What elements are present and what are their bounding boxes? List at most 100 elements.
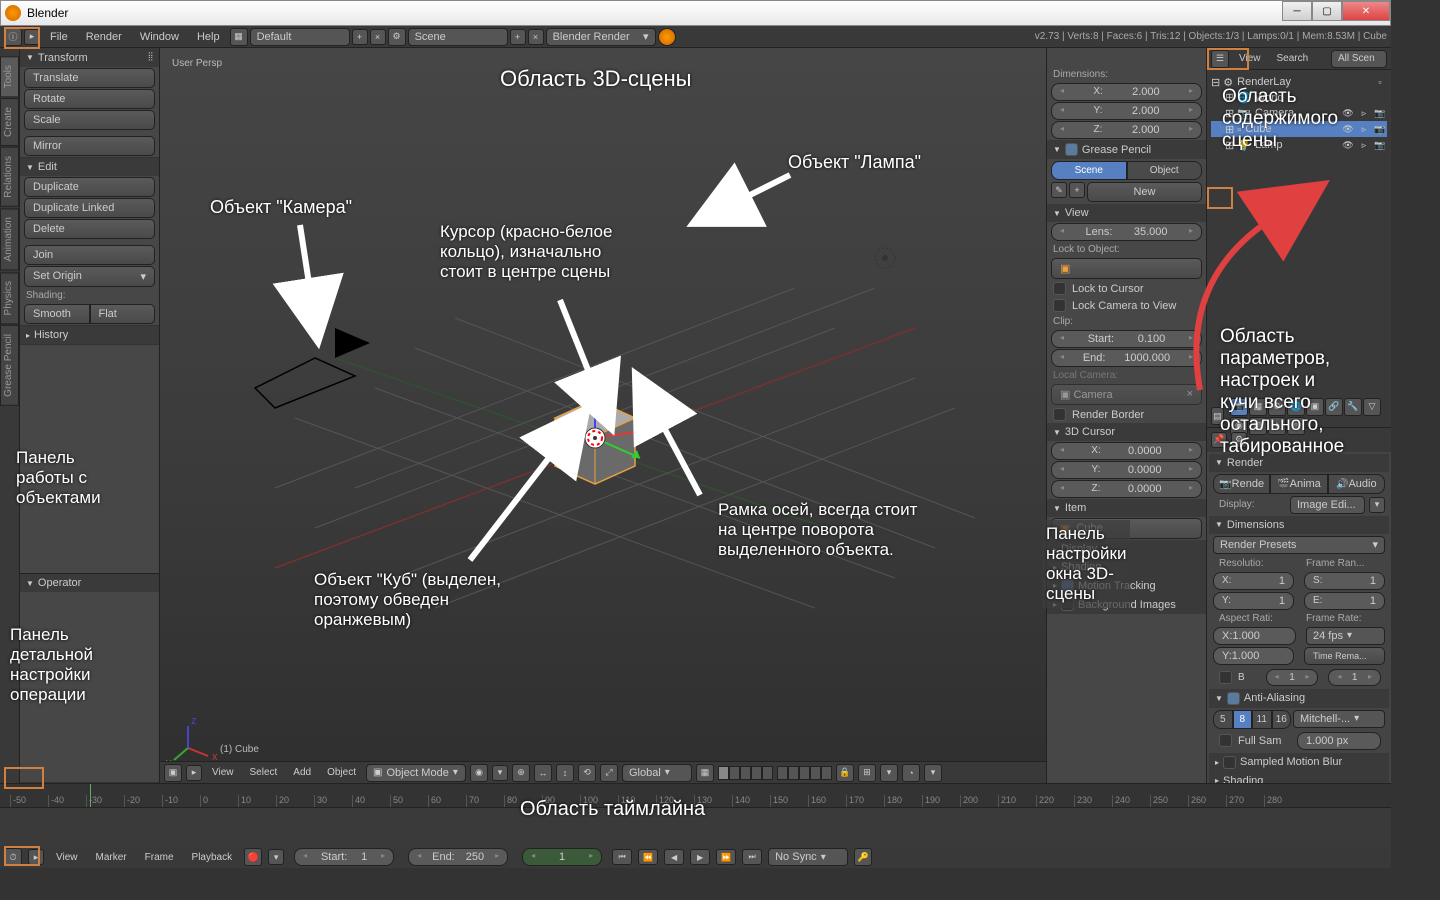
outliner-filter-dropdown[interactable]: All Scen [1331, 50, 1387, 68]
aspect-x-field[interactable]: X:1.000 [1213, 627, 1296, 645]
panel-shading-header[interactable]: ▸Shading [1209, 772, 1389, 784]
gp-add-icon[interactable]: + [1069, 182, 1085, 198]
manip-rotate-icon[interactable]: ⟲ [578, 764, 596, 782]
lens-field[interactable]: ◂Lens: 35.000▸ [1051, 223, 1202, 241]
proptab-world-icon[interactable]: 🌐 [1287, 398, 1305, 416]
menu-render[interactable]: Render [78, 31, 130, 43]
scene-add-button[interactable]: + [510, 29, 526, 45]
shading-dd-icon[interactable]: ▾ [492, 765, 508, 781]
scene-dropdown[interactable]: Scene [408, 28, 508, 46]
next-keyframe-icon[interactable]: ⏩ [716, 849, 736, 865]
3d-viewport[interactable]: User Persp [160, 48, 1046, 783]
layer-button[interactable] [810, 766, 821, 780]
proptab-object-icon[interactable]: ▣ [1306, 398, 1324, 416]
timeline-editor-icon[interactable]: ⏱ [4, 848, 22, 866]
outliner-tree[interactable]: ⊟ ⚙RenderLay▫ ⊞ 🌐World ⊞ 📷Camera👁▹📷 ⊞ ▫C… [1207, 70, 1391, 406]
tl-menu-playback[interactable]: Playback [186, 852, 239, 863]
cursor-y-field[interactable]: ◂Y: 0.0000▸ [1051, 461, 1202, 479]
scale-button[interactable]: Scale [24, 110, 155, 130]
prev-keyframe-icon[interactable]: ⏪ [638, 849, 658, 865]
vp-menu-select[interactable]: Select [244, 767, 284, 778]
menu-window[interactable]: Window [132, 31, 187, 43]
filter-size-field[interactable]: 1.000 px [1297, 732, 1381, 750]
layout-add-button[interactable]: + [352, 29, 368, 45]
snap-icon[interactable]: ⊞ [858, 764, 876, 782]
gp-object-toggle[interactable]: Object [1127, 161, 1203, 180]
clip-end-field[interactable]: ◂End: 1000.000▸ [1051, 349, 1202, 367]
proptab-data-icon[interactable]: ▽ [1363, 398, 1381, 416]
tl-current-field[interactable]: ◂1▸ [522, 848, 602, 866]
fullsample-check[interactable]: Full Sam [1213, 731, 1291, 751]
dim-x-field[interactable]: ◂X: 2.000▸ [1051, 83, 1202, 101]
minimize-button[interactable]: ─ [1282, 1, 1312, 21]
outliner-view[interactable]: View [1233, 53, 1267, 64]
panel-bgimg-header[interactable]: ▸Background Images [1047, 595, 1206, 614]
vp-menu-add[interactable]: Add [287, 767, 317, 778]
timeline-ruler[interactable]: -50-40-30-20-100102030405060708090100110… [0, 784, 1391, 808]
duplicate-button[interactable]: Duplicate [24, 177, 155, 197]
gp-draw-icon[interactable]: ✎ [1051, 182, 1067, 198]
panel-edit-header[interactable]: ▼Edit [20, 158, 159, 176]
context-scene-icon[interactable]: ⚙ [1231, 432, 1247, 448]
lock-camera-check[interactable]: Lock Camera to View [1047, 297, 1206, 314]
tl-menu-marker[interactable]: Marker [90, 852, 133, 863]
rotate-button[interactable]: Rotate [24, 89, 155, 109]
panel-smblur-header[interactable]: ▸Sampled Motion Blur [1209, 753, 1389, 772]
snap-type-icon[interactable]: ▾ [880, 764, 898, 782]
collapse-icon[interactable]: ▸ [186, 765, 202, 781]
layers-icon[interactable]: ▦ [696, 764, 714, 782]
duplicate-linked-button[interactable]: Duplicate Linked [24, 198, 155, 218]
layer-button[interactable] [821, 766, 832, 780]
play-icon[interactable]: ▶ [690, 849, 710, 865]
delete-button[interactable]: Delete [24, 219, 155, 239]
panel-3dcursor-header[interactable]: ▼3D Cursor [1047, 423, 1206, 441]
proptab-render-icon[interactable]: 📷 [1230, 398, 1248, 416]
vp-menu-object[interactable]: Object [321, 767, 362, 778]
viewport-shading-icon[interactable]: ◉ [470, 764, 488, 782]
info-editor-icon[interactable]: ⓘ [4, 28, 22, 46]
set-origin-dropdown[interactable]: Set Origin▾ [24, 266, 155, 287]
render-engine-dropdown[interactable]: Blender Render▾ [546, 28, 656, 46]
auto-keyframe-icon[interactable]: 🔴 [244, 848, 262, 866]
scene-icon[interactable]: ⚙ [388, 28, 406, 46]
dim-z-field[interactable]: ◂Z: 2.000▸ [1051, 121, 1202, 139]
proptab-render-layers-icon[interactable]: ▦ [1249, 398, 1267, 416]
tl-collapse-icon[interactable]: ▸ [28, 849, 44, 865]
layer-button[interactable] [799, 766, 810, 780]
manipulator-icon[interactable]: ↔ [534, 764, 552, 782]
layout-del-button[interactable]: × [370, 29, 386, 45]
panel-display-header[interactable]: ▸Display [1047, 540, 1206, 558]
panel-dimensions-header[interactable]: ▼Dimensions [1209, 516, 1389, 534]
play-reverse-icon[interactable]: ◀ [664, 849, 684, 865]
time-remap-button[interactable]: Time Rema... [1304, 647, 1385, 665]
panel-history-header[interactable]: ▸History [20, 326, 159, 344]
outliner-search[interactable]: Search [1271, 53, 1315, 64]
display-extra-icon[interactable]: ▾ [1369, 497, 1385, 513]
layer-button[interactable] [788, 766, 799, 780]
lock-object-field[interactable]: ▣ [1051, 258, 1202, 279]
manip-scale-icon[interactable]: ⤢ [600, 764, 618, 782]
jump-end-icon[interactable]: ⏭ [742, 849, 762, 865]
keyingset-icon[interactable]: 🔑 [854, 848, 872, 866]
tl-start-field[interactable]: ◂Start: 1▸ [294, 848, 394, 866]
layout-dropdown[interactable]: Default [250, 28, 350, 46]
item-name-field[interactable]: ▣Cube [1051, 518, 1202, 539]
keying-dd-icon[interactable]: ▾ [268, 849, 284, 865]
layer-button[interactable] [740, 766, 751, 780]
properties-editor-icon[interactable]: ▤ [1211, 407, 1224, 425]
proptab-modifiers-icon[interactable]: 🔧 [1344, 398, 1362, 416]
dim-y-field[interactable]: ◂Y: 2.000▸ [1051, 102, 1202, 120]
aa-filter-dropdown[interactable]: Mitchell-...▾ [1293, 710, 1385, 728]
anim-tab[interactable]: 🎬Anima [1270, 474, 1327, 494]
layer-button[interactable] [751, 766, 762, 780]
vp-menu-view[interactable]: View [206, 767, 240, 778]
translate-button[interactable]: Translate [24, 68, 155, 88]
jump-start-icon[interactable]: ⏮ [612, 849, 632, 865]
layer-button[interactable] [762, 766, 773, 780]
panel-item-header[interactable]: ▼Item [1047, 499, 1206, 517]
aspect-y-field[interactable]: Y:1.000 [1213, 647, 1294, 665]
scene-del-button[interactable]: × [528, 29, 544, 45]
orientation-dropdown[interactable]: Global ▾ [622, 764, 692, 782]
manip-translate-icon[interactable]: ↕ [556, 764, 574, 782]
clip-start-field[interactable]: ◂Start: 0.100▸ [1051, 330, 1202, 348]
